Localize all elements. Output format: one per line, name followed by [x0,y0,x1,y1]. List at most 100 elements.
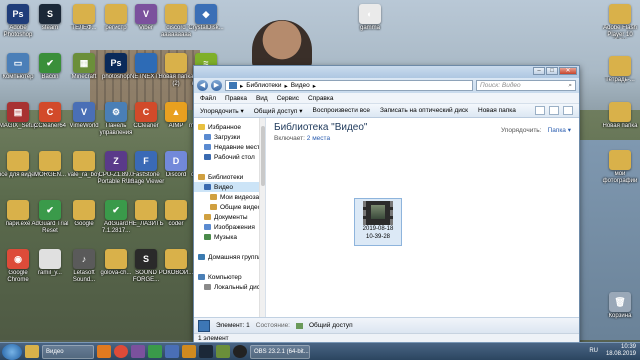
taskbar-explorer-icon[interactable] [25,345,39,358]
details-state-value: Общий доступ [309,322,353,329]
window-titlebar[interactable]: – □ ✕ [194,66,579,78]
library-includes: Включает: 2 места [274,135,331,142]
help-icon[interactable] [563,106,573,115]
breadcrumb-video[interactable]: Видео [291,82,310,89]
desktop-shortcut-icon [73,200,95,220]
desktop-shortcut-icon [609,150,631,170]
desktop-shortcut-icon: V [73,102,95,122]
menu-view[interactable]: Вид [256,95,268,102]
share-button[interactable]: Общий доступ ▾ [254,107,303,115]
menu-edit[interactable]: Правка [225,95,247,102]
nav-item-icon [198,254,205,260]
search-input[interactable]: Поиск: Видео ⌕ [476,80,576,91]
view-options-icon[interactable] [535,106,545,115]
system-tray[interactable]: RU 10:39 18.08.2019 [589,344,636,358]
nav-item-icon [204,284,211,290]
details-state-label: Состояние: [255,322,290,329]
taskbar-explorer-window[interactable]: Видео [42,344,94,359]
desktop-shortcut-icon [165,4,187,24]
desktop-shortcut[interactable]: мои фотографии [600,150,640,185]
content-pane[interactable]: Библиотека "Видео" Включает: 2 места Упо… [266,118,579,317]
navigation-pane: Избранное Загрузки Недавние места Рабочий с… [194,118,266,317]
language-indicator[interactable]: RU [589,348,598,355]
taskbar-steam-icon[interactable] [199,345,213,358]
forward-arrow-icon[interactable]: ▶ [211,80,222,91]
nav-item[interactable]: Музыка [194,232,265,242]
desktop-shortcut-icon [165,200,187,220]
menu-tools[interactable]: Сервис [277,95,299,102]
includes-locations-link[interactable]: 2 места [307,135,330,142]
organize-button[interactable]: Упорядочить ▾ [200,107,244,115]
desktop-icon-label: gamma [359,25,380,31]
nav-item[interactable]: Видео [194,182,265,192]
desktop-shortcut[interactable]: 🗑 Корзина [600,292,640,320]
nav-item[interactable]: Избранное [194,122,265,132]
minimize-button[interactable]: – [533,67,545,75]
explorer-window[interactable]: – □ ✕ ◀ ▶ ▸ Библиотеки ▸ Видео ▸ Поиск: … [193,65,580,345]
nav-item[interactable]: Документы [194,212,265,222]
desktop-shortcut[interactable]: Adobe Flash Player 10 OCX [600,4,640,39]
desktop-shortcut-icon: Ps [7,4,29,24]
nav-item-label: Общие видео [220,203,262,211]
taskbar-csgo-icon[interactable] [182,345,196,358]
video-library-icon [229,82,237,89]
video-file-item[interactable]: 2019-08-18 10-39-28 [354,198,402,246]
desktop-shortcut[interactable]: ◆ CrystalDisk... [186,4,226,32]
nav-scroll-thumb[interactable] [261,126,265,186]
nav-item[interactable]: Компьютер [194,272,265,282]
nav-item[interactable]: Загрузки [194,132,265,142]
start-button[interactable] [2,343,22,360]
taskbar-vimeworld-icon[interactable] [165,345,179,358]
burn-button[interactable]: Записать на оптический диск [380,107,468,114]
desktop-shortcut[interactable]: ◐ gamma [350,4,390,32]
nav-item-icon [210,204,217,210]
clock-time: 10:39 [620,344,636,350]
nav-item-label: Избранное [208,123,241,131]
nav-item-icon [198,274,205,280]
breadcrumb-libraries[interactable]: Библиотеки [246,82,281,89]
play-all-button[interactable]: Воспроизвести все [313,107,370,114]
taskbar-minecraft-icon[interactable] [216,345,230,358]
close-button[interactable]: ✕ [559,67,577,75]
file-name-date: 2019-08-18 [362,226,394,232]
details-elements-count: Элемент: 1 [216,322,250,329]
taskbar-obs-window[interactable]: OBS 23.2.1 (64-bit... [250,344,310,359]
desktop-shortcut-icon: ♪ [73,249,95,269]
desktop-shortcut-icon [73,4,95,24]
desktop-shortcut-icon: ◆ [195,4,217,24]
nav-item[interactable]: Локальный диск [194,282,265,292]
maximize-button[interactable]: □ [546,67,558,75]
nav-item[interactable]: Мои видеозаписи [194,192,265,202]
desktop-shortcut-icon: S [135,249,157,269]
nav-item[interactable]: Общие видео [194,202,265,212]
preview-pane-icon[interactable] [549,106,559,115]
nav-item[interactable]: Домашняя группа [194,252,265,262]
taskbar-viber-icon[interactable] [131,345,145,358]
menu-file[interactable]: Файл [200,95,216,102]
desktop-shortcut[interactable]: РОКОВОЙ... [156,249,196,277]
desktop-shortcut-icon: ◐ [359,4,381,24]
desktop-shortcut-icon: ▦ [73,53,95,73]
search-icon: ⌕ [568,81,572,89]
address-input[interactable]: ▸ Библиотеки ▸ Видео ▸ [225,80,473,91]
nav-item[interactable]: Рабочий стол [194,152,265,162]
back-arrow-icon[interactable]: ◀ [197,80,208,91]
taskbar-adguard-icon[interactable] [148,345,162,358]
arrange-by-dropdown[interactable]: Папка ▾ [548,127,571,134]
desktop-shortcut[interactable]: Новая папка [600,102,640,130]
nav-item[interactable]: Изображения [194,222,265,232]
desktop-icon-label: Adobe Flash Player 10 OCX [603,25,637,38]
desktop-shortcut-icon [7,151,29,171]
desktop-shortcut-icon: ▤ [7,102,29,122]
taskbar-media-player-icon[interactable] [97,345,111,358]
desktop-shortcut[interactable]: Тетрадь-... [600,56,640,84]
taskbar-obs-icon[interactable] [233,345,247,358]
taskbar-chrome-icon[interactable] [114,345,128,358]
menu-help[interactable]: Справка [308,95,334,102]
nav-item[interactable]: Библиотеки [194,172,265,182]
nav-scrollbar[interactable] [259,118,265,317]
nav-item[interactable]: Недавние места [194,142,265,152]
new-folder-button[interactable]: Новая папка [478,107,516,114]
